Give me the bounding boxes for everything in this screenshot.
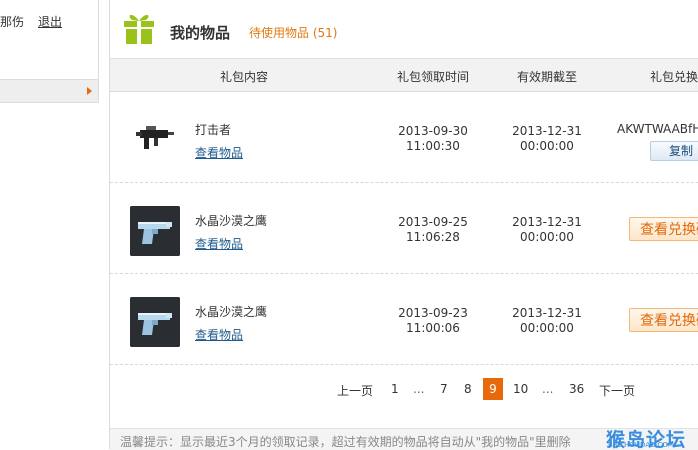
expire-time: 00:00:00 [520,230,574,244]
prev-page-link[interactable]: 上一页 [337,382,373,399]
pending-items-tab[interactable]: 待使用物品 (51) [249,24,337,41]
expire-time: 00:00:00 [520,321,574,335]
expire-date: 2013-12-31 [512,215,582,229]
current-page: 9 [483,378,503,400]
receive-date: 2013-09-25 [398,215,468,229]
sidebar-item-active[interactable] [0,79,98,102]
next-page-link[interactable]: 下一页 [599,382,635,399]
view-item-link[interactable]: 查看物品 [195,235,243,252]
pagination-ellipsis: ... [413,382,425,396]
receive-datetime: 2013-09-30 11:00:30 [388,124,478,154]
expire-time: 00:00:00 [520,139,574,153]
pistol-icon [130,206,180,256]
expire-datetime: 2013-12-31 00:00:00 [502,215,592,245]
pistol-icon [130,297,180,347]
col-header-content: 礼包内容 [220,70,269,84]
panel-header: 我的物品 待使用物品 (51) [110,0,698,59]
page-link-10[interactable]: 10 [513,382,528,396]
view-exchange-code-button[interactable]: 查看兑换码 [629,308,698,332]
col-header-receive-time: 礼包领取时间 [397,70,470,84]
expire-datetime: 2013-12-31 00:00:00 [502,306,592,336]
footer-tip-bar: 温馨提示：显示最近3个月的领取记录，超过有效期的物品将自动从"我的物品"里删除 … [110,428,698,450]
receive-date: 2013-09-30 [398,124,468,138]
sidebar-username: 那伤 [0,15,25,29]
view-item-link[interactable]: 查看物品 [195,326,243,343]
expire-datetime: 2013-12-31 00:00:00 [502,124,592,154]
receive-datetime: 2013-09-25 11:06:28 [388,215,478,245]
pending-items-label: 待使用物品 [249,26,310,40]
page-link-1[interactable]: 1 [391,382,399,396]
pagination: 上一页 1 ... 7 8 9 10 ... 36 下一页 [110,376,698,406]
view-item-link[interactable]: 查看物品 [195,144,243,161]
rifle-icon [136,126,174,149]
gift-icon [124,14,154,44]
my-items-panel: 我的物品 待使用物品 (51) 礼包内容 礼包领取时间 有效期截至 礼包兑换 打… [109,0,698,450]
receive-datetime: 2013-09-23 11:00:06 [388,306,478,336]
pagination-ellipsis: ... [542,382,554,396]
receive-time: 11:00:06 [406,321,460,335]
chevron-right-icon [87,87,92,95]
col-header-exchange: 礼包兑换 [650,70,698,84]
item-name: 打击者 [195,123,232,137]
expire-date: 2013-12-31 [512,306,582,320]
site-watermark: 猴岛论坛 BBS.HOUDAO.COM [604,429,698,450]
item-name: 水晶沙漠之鹰 [195,305,268,319]
receive-time: 11:06:28 [406,230,460,244]
logout-link[interactable]: 退出 [38,13,62,30]
watermark-url: BBS.HOUDAO.COM [608,441,674,449]
page-title: 我的物品 [170,24,231,42]
copy-button[interactable]: 复制 [650,141,698,161]
view-exchange-code-button[interactable]: 查看兑换码 [629,217,698,241]
table-header: 礼包内容 礼包领取时间 有效期截至 礼包兑换 [110,59,698,92]
table-row: 水晶沙漠之鹰 查看物品 2013-09-23 11:00:06 2013-12-… [110,274,698,365]
exchange-code: AKWTWAABfHW [617,122,698,136]
table-row: 水晶沙漠之鹰 查看物品 2013-09-25 11:06:28 2013-12-… [110,183,698,274]
expire-date: 2013-12-31 [512,124,582,138]
pending-items-count: (51) [312,26,338,40]
page-link-7[interactable]: 7 [440,382,448,396]
table-row: 打击者 查看物品 2013-09-30 11:00:30 2013-12-31 … [110,92,698,183]
receive-date: 2013-09-23 [398,306,468,320]
col-header-expire: 有效期截至 [517,70,578,84]
tip-text: 温馨提示：显示最近3个月的领取记录，超过有效期的物品将自动从"我的物品"里删除 [120,435,571,449]
receive-time: 11:00:30 [406,139,460,153]
page-link-36[interactable]: 36 [569,382,584,396]
page-link-8[interactable]: 8 [464,382,472,396]
item-name: 水晶沙漠之鹰 [195,214,268,228]
left-sidebar: 那伤 退出 [0,0,99,103]
